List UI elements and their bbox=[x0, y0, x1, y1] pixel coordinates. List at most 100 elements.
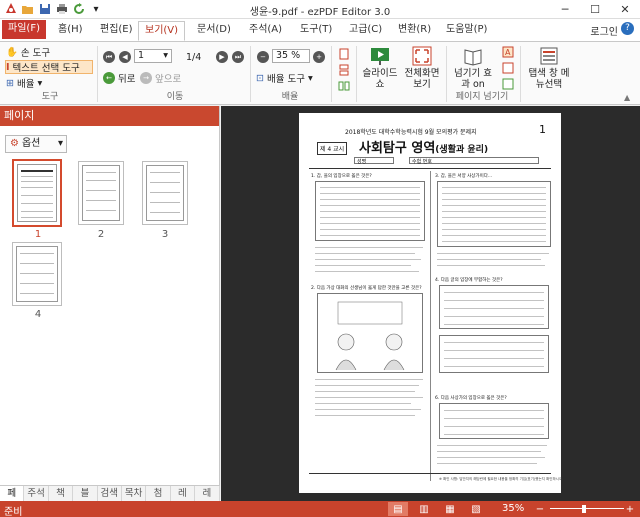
panel-tab-blocks[interactable]: 블 bbox=[73, 486, 98, 501]
two-page-mode-icon[interactable]: ▥ bbox=[414, 502, 434, 516]
question-2-figure bbox=[317, 293, 423, 373]
tab-edit[interactable]: 편집(E) bbox=[94, 21, 139, 41]
first-page-button[interactable]: ⏮ bbox=[103, 50, 115, 64]
text-cursor-icon: I bbox=[6, 61, 10, 73]
tab-help[interactable]: 도움말(P) bbox=[440, 21, 493, 41]
page-turn-effect-button[interactable]: 넘기기 효과 on bbox=[450, 46, 496, 90]
tab-advanced[interactable]: 고급(C) bbox=[343, 21, 388, 41]
page-thumbnail-4[interactable] bbox=[12, 242, 62, 306]
question-4-choices bbox=[439, 335, 549, 373]
status-bar: 준비 ▤ ▥ ▦ ▧ 35% − + bbox=[0, 501, 640, 517]
minimize-button[interactable]: ─ bbox=[550, 0, 580, 19]
menu-bar: 파일(F) 홈(H) 편집(E) 보기(V) 문서(D) 주석(A) 도구(T)… bbox=[0, 19, 640, 41]
document-viewer[interactable]: 2018학년도 대학수학능력시험 9월 모의평가 문제지 1 제 4 교시 사회… bbox=[221, 106, 640, 501]
tab-tools[interactable]: 도구(T) bbox=[294, 21, 338, 41]
status-text: 준비 bbox=[4, 507, 23, 517]
forward-arrow-icon: → bbox=[140, 72, 152, 84]
group-label-move: 이동 bbox=[166, 92, 184, 102]
slideshow-icon bbox=[370, 46, 390, 66]
back-button[interactable]: ← 뒤로 bbox=[103, 71, 135, 85]
tab-view[interactable]: 보기(V) bbox=[138, 21, 186, 41]
login-link[interactable]: 로그인 bbox=[590, 23, 618, 38]
continuous-mode-icon[interactable]: ▦ bbox=[440, 502, 460, 516]
zoom-slider[interactable] bbox=[550, 508, 624, 509]
group-label-zoom: 배율 bbox=[281, 92, 299, 102]
panel-tab-bookmarks[interactable]: 책 bbox=[49, 486, 74, 501]
slideshow-button[interactable]: 슬라이드쇼 bbox=[360, 46, 400, 90]
text-select-tool-button[interactable]: I 텍스트 선택 도구 bbox=[5, 60, 93, 74]
next-page-button[interactable]: ▶ bbox=[216, 50, 228, 64]
last-page-icon: ⏭ bbox=[232, 51, 244, 63]
ribbon-collapse-icon[interactable]: ▲ bbox=[624, 90, 630, 104]
plus-icon: + bbox=[313, 51, 325, 63]
panel-tab-layers[interactable]: 레 bbox=[171, 486, 196, 501]
zoom-out-status-icon[interactable]: − bbox=[530, 502, 550, 516]
maximize-button[interactable]: ☐ bbox=[580, 0, 610, 19]
page-view-option-a-icon[interactable]: A bbox=[502, 45, 514, 59]
page-view-option-b-icon[interactable] bbox=[502, 61, 514, 75]
page-total: 1/4 bbox=[186, 51, 202, 63]
zoom-in-button[interactable]: + bbox=[313, 50, 325, 64]
panel-tabs: 페 주석 책 블 검색 목차 첨 레 레 bbox=[0, 485, 220, 501]
group-label-tools: 도구 bbox=[41, 92, 59, 102]
question-3-passage bbox=[437, 181, 551, 247]
menu-list-icon bbox=[539, 46, 559, 66]
zoom-tool-button[interactable]: ⊞ 배율 ▾ bbox=[6, 76, 43, 91]
hand-tool-button[interactable]: ✋ 손 도구 bbox=[6, 45, 50, 60]
title-bar: ▾ 생윤-9.pdf - ezPDF Editor 3.0 ─ ☐ ✕ bbox=[0, 0, 640, 19]
first-page-icon: ⏮ bbox=[103, 51, 115, 63]
tab-convert[interactable]: 변환(R) bbox=[392, 21, 437, 41]
page-thumbnail-label-2: 2 bbox=[97, 229, 105, 240]
exam-period: 제 4 교시 bbox=[317, 142, 348, 155]
pdf-page[interactable]: 2018학년도 대학수학능력시험 9월 모의평가 문제지 1 제 4 교시 사회… bbox=[299, 113, 563, 493]
zoom-input[interactable]: 35 % bbox=[272, 49, 310, 63]
close-button[interactable]: ✕ bbox=[610, 0, 640, 19]
zoom-slider-handle[interactable] bbox=[582, 505, 586, 513]
chevron-down-icon: ▾ bbox=[57, 138, 63, 149]
help-icon[interactable]: ? bbox=[621, 22, 634, 35]
panel-tab-toc[interactable]: 목차 bbox=[122, 486, 147, 501]
ribbon: ✋ 손 도구 I 텍스트 선택 도구 ⊞ 배율 ▾ 도구 ⏮ ◀ 1 ▾ 1/4 … bbox=[0, 41, 640, 105]
tab-menu-select-button[interactable]: 탭색 창 메뉴선택 bbox=[526, 46, 572, 90]
chevron-down-icon: ▾ bbox=[37, 77, 43, 89]
page-thumbnail-2[interactable] bbox=[78, 161, 124, 225]
zoom-in-status-icon[interactable]: + bbox=[620, 502, 640, 516]
zoom-dropdown[interactable]: ⊡ 배율 도구 ▾ bbox=[256, 71, 313, 86]
single-page-view-icon[interactable] bbox=[338, 47, 350, 61]
options-button[interactable]: ⚙ 옵션 ▾ bbox=[5, 135, 67, 153]
last-page-button[interactable]: ⏭ bbox=[232, 50, 244, 64]
panel-tab-search[interactable]: 검색 bbox=[98, 486, 122, 501]
panel-tab-attachments[interactable]: 첨 bbox=[146, 486, 171, 501]
exam-number-box: 수험 번호 bbox=[409, 157, 539, 165]
question-4: 4. 다음 글의 입장에 부합하는 것은? bbox=[435, 278, 503, 283]
question-2: 2. 다음 가상 대화의 선생님이 옳게 답한 것만을 고른 것은? bbox=[311, 286, 422, 291]
zoom-out-button[interactable]: − bbox=[257, 50, 269, 64]
page-thumbnail-3[interactable] bbox=[142, 161, 188, 225]
gear-icon: ⚙ bbox=[10, 138, 19, 149]
forward-button[interactable]: → 앞으로 bbox=[140, 71, 181, 85]
panel-tab-annotations[interactable]: 주석 bbox=[24, 486, 49, 501]
continuous-two-page-mode-icon[interactable]: ▧ bbox=[466, 502, 486, 516]
page-number-input[interactable]: 1 ▾ bbox=[134, 49, 172, 63]
exam-subject: 사회탐구 영역(생활과 윤리) bbox=[359, 141, 489, 156]
prev-page-button[interactable]: ◀ bbox=[119, 50, 131, 64]
question-6: 6. 다음 사상가의 입장으로 옳은 것은? bbox=[435, 396, 507, 401]
tab-home[interactable]: 홈(H) bbox=[52, 21, 89, 41]
back-arrow-icon: ← bbox=[103, 72, 115, 84]
panel-tab-pages[interactable]: 페 bbox=[0, 486, 25, 501]
continuous-view-icon[interactable] bbox=[338, 63, 350, 77]
tab-document[interactable]: 문서(D) bbox=[191, 21, 237, 41]
two-page-view-icon[interactable] bbox=[338, 79, 350, 93]
zoom-icon: ⊡ bbox=[256, 72, 264, 84]
question-1-passage bbox=[315, 181, 425, 241]
window-title: 생윤-9.pdf - ezPDF Editor 3.0 bbox=[249, 7, 391, 18]
panel-tab-extra[interactable]: 레 bbox=[195, 486, 220, 501]
tab-file[interactable]: 파일(F) bbox=[2, 20, 46, 39]
page-thumbnail-label-1: 1 bbox=[34, 229, 42, 240]
fullscreen-button[interactable]: 전체화면 보기 bbox=[402, 46, 442, 90]
minus-icon: − bbox=[257, 51, 269, 63]
page-thumbnail-1[interactable] bbox=[12, 159, 62, 227]
tab-annotation[interactable]: 주석(A) bbox=[243, 21, 288, 41]
pages-panel: 페이지 ⚙ 옵션 ▾ 1 2 3 4 bbox=[0, 106, 220, 501]
single-page-mode-icon[interactable]: ▤ bbox=[388, 502, 408, 516]
